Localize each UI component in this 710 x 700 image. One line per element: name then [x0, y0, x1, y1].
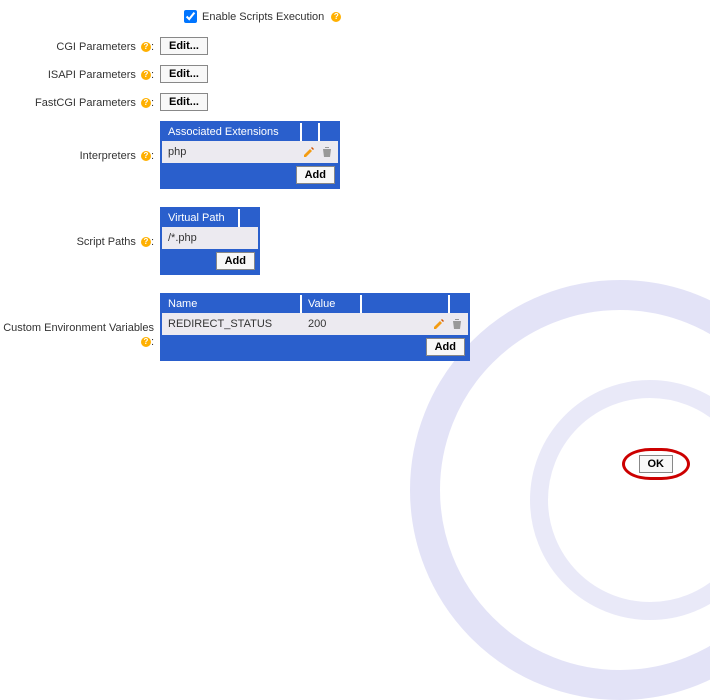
enable-scripts-checkbox[interactable]	[184, 10, 197, 23]
help-icon[interactable]	[141, 337, 151, 347]
isapi-label: ISAPI Parameters	[48, 69, 136, 81]
envvars-header-value: Value	[302, 295, 362, 313]
scriptpaths-label: Script Paths	[77, 236, 136, 248]
help-icon[interactable]	[141, 151, 151, 161]
table-row: php	[162, 141, 338, 163]
cgi-edit-button[interactable]: Edit...	[160, 37, 208, 55]
envvars-add-button[interactable]: Add	[426, 338, 465, 356]
scriptpath-value: /*.php	[162, 229, 258, 247]
envvars-header-name: Name	[162, 295, 302, 313]
enable-scripts-label: Enable Scripts Execution	[202, 11, 324, 23]
ok-highlight-circle: OK	[622, 448, 691, 480]
fastcgi-label: FastCGI Parameters	[35, 97, 136, 109]
interpreter-value: php	[162, 143, 298, 161]
help-icon[interactable]	[141, 237, 151, 247]
scriptpaths-add-button[interactable]: Add	[216, 252, 255, 270]
help-icon[interactable]	[141, 98, 151, 108]
help-icon[interactable]	[141, 42, 151, 52]
help-icon[interactable]	[331, 12, 341, 22]
cgi-label: CGI Parameters	[56, 41, 135, 53]
help-icon[interactable]	[141, 70, 151, 80]
interpreters-label: Interpreters	[80, 150, 136, 162]
interpreters-header: Associated Extensions	[162, 123, 302, 141]
envvars-table: Name Value REDIRECT_STATUS 200	[160, 293, 470, 361]
pencil-icon[interactable]	[432, 317, 446, 331]
pencil-icon[interactable]	[302, 145, 316, 159]
isapi-edit-button[interactable]: Edit...	[160, 65, 208, 83]
fastcgi-edit-button[interactable]: Edit...	[160, 93, 208, 111]
envvars-label: Custom Environment Variables	[3, 322, 154, 334]
scriptpaths-header: Virtual Path	[162, 209, 240, 227]
ok-button[interactable]: OK	[639, 455, 674, 473]
table-row: REDIRECT_STATUS 200	[162, 313, 468, 335]
interpreters-table: Associated Extensions php	[160, 121, 340, 189]
trash-icon[interactable]	[450, 317, 464, 331]
envvar-value: 200	[302, 315, 362, 333]
trash-icon[interactable]	[320, 145, 334, 159]
table-row: /*.php	[162, 227, 258, 249]
scriptpaths-table: Virtual Path /*.php Add	[160, 207, 260, 275]
interpreters-add-button[interactable]: Add	[296, 166, 335, 184]
envvar-name: REDIRECT_STATUS	[162, 315, 302, 333]
